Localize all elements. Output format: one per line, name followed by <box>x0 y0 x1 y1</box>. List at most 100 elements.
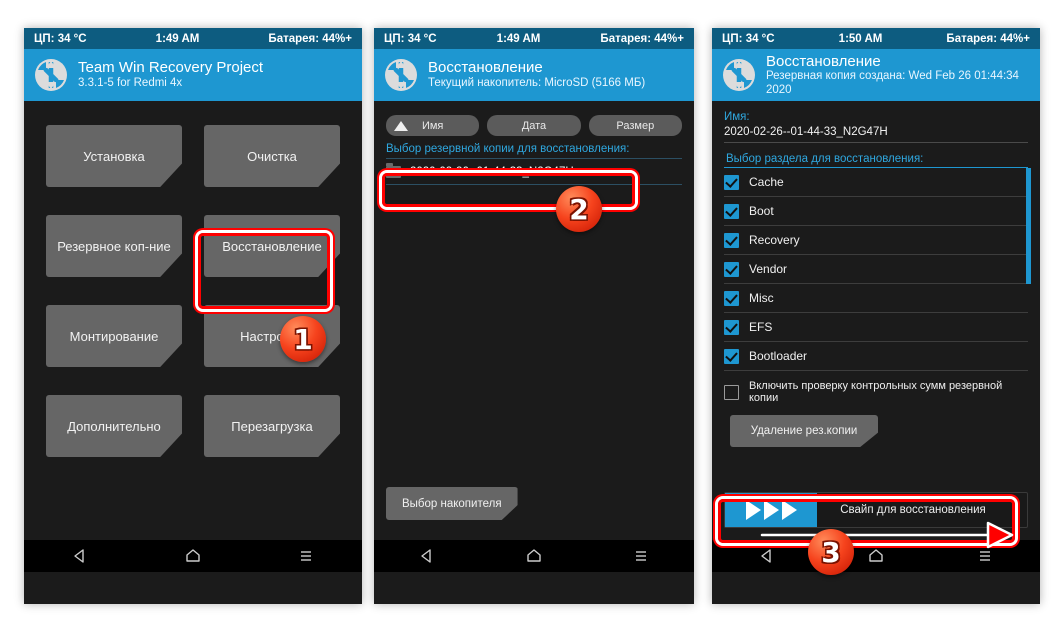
partition-row-efs[interactable]: EFS <box>724 313 1028 342</box>
sort-by-date-button[interactable]: Дата <box>487 115 581 136</box>
clock-3: 1:50 AM <box>838 32 883 45</box>
header-text-1: Team Win Recovery Project 3.3.1-5 for Re… <box>78 59 263 90</box>
menu-button-wipe[interactable]: Очистка <box>204 125 340 187</box>
clock-2: 1:49 AM <box>496 32 541 45</box>
partition-label-recovery: Recovery <box>749 233 800 247</box>
sort-date-label: Дата <box>521 119 547 132</box>
home-icon[interactable] <box>525 547 543 565</box>
panel-body-3: Имя: 2020-02-26--01-44-33_N2G47H Выбор р… <box>712 101 1040 572</box>
sort-button-row: Имя Дата Размер <box>374 101 694 136</box>
partition-label-vendor: Vendor <box>749 262 788 276</box>
app-header-2: Восстановление Текущий накопитель: Micro… <box>374 49 694 101</box>
partition-label-boot: Boot <box>749 204 774 218</box>
partition-row-misc[interactable]: Misc <box>724 284 1028 313</box>
app-title-1: Team Win Recovery Project <box>78 59 264 77</box>
swipe-to-restore-slider[interactable]: Свайп для восстановления <box>724 492 1028 528</box>
app-header-1: Team Win Recovery Project 3.3.1-5 for Re… <box>24 49 362 101</box>
sort-size-label: Размер <box>616 119 655 132</box>
header-text-3: Восстановление Резервная копия создана: … <box>766 53 1030 98</box>
cpu-temp-3: ЦП: 34 °C <box>722 32 775 45</box>
menu-button-advanced[interactable]: Дополнительно <box>46 395 182 457</box>
app-header-3: Восстановление Резервная копия создана: … <box>712 49 1040 101</box>
partition-label-bootloader: Bootloader <box>749 349 808 363</box>
android-navbar-2 <box>374 540 694 572</box>
clock-1: 1:49 AM <box>155 32 200 45</box>
backup-file-list: 2020-02-26--01-44-33_N2G47H <box>374 158 694 185</box>
delete-backup-button[interactable]: Удаление рез.копии <box>730 415 878 447</box>
menu-lines-icon[interactable] <box>297 547 315 565</box>
status-bar-2: ЦП: 34 °C 1:49 AM Батарея: 44%+ <box>374 28 694 49</box>
checksum-option-row[interactable]: Включить проверку контрольных сумм резер… <box>724 380 1028 404</box>
checkbox-efs[interactable] <box>724 319 739 335</box>
scrollbar-thumb[interactable] <box>1026 168 1031 284</box>
partition-row-bootloader[interactable]: Bootloader <box>724 342 1028 371</box>
backup-name-label: 2020-02-26--01-44-33_N2G47H <box>410 165 574 178</box>
backup-select-label: Выбор резервной копии для восстановления… <box>386 143 630 155</box>
home-icon[interactable] <box>184 547 202 565</box>
status-bar-3: ЦП: 34 °C 1:50 AM Батарея: 44%+ <box>712 28 1040 49</box>
menu-button-restore[interactable]: Восстановление <box>204 215 340 277</box>
menu-lines-icon[interactable] <box>976 547 994 565</box>
back-triangle-icon[interactable] <box>71 547 89 565</box>
checkbox-misc[interactable] <box>724 290 739 306</box>
swipe-area: Свайп для восстановления <box>724 492 1028 528</box>
home-icon[interactable] <box>867 547 885 565</box>
header-text-2: Восстановление Текущий накопитель: Micro… <box>428 59 645 90</box>
partition-label-cache: Cache <box>749 175 784 189</box>
restore-form: Имя: 2020-02-26--01-44-33_N2G47H Выбор р… <box>712 101 1040 447</box>
sort-ascending-triangle-icon <box>394 120 408 131</box>
checkbox-vendor[interactable] <box>724 261 739 277</box>
menu-button-mount[interactable]: Монтирование <box>46 305 182 367</box>
swipe-arrows-icon[interactable] <box>725 493 817 527</box>
partition-row-cache[interactable]: Cache <box>724 168 1028 197</box>
battery-2: Батарея: 44%+ <box>600 32 684 45</box>
step-badge-1: 1 <box>280 316 326 362</box>
screenshot-stage: ЦП: 34 °C 1:49 AM Батарея: 44%+ Team Win… <box>0 0 1064 633</box>
twrp-logo-icon <box>384 58 418 92</box>
sort-name-label: Имя <box>421 119 444 132</box>
current-storage-label: Текущий накопитель: MicroSD (5166 МБ) <box>428 77 646 90</box>
folder-icon <box>386 162 401 178</box>
cpu-temp-2: ЦП: 34 °C <box>384 32 437 45</box>
twrp-logo-icon <box>722 58 756 92</box>
back-triangle-icon[interactable] <box>418 547 436 565</box>
backup-created-label: Резервная копия создана: Wed Feb 26 01:4… <box>766 70 1019 96</box>
main-menu-grid: Установка Очистка Резервное коп-ние Восс… <box>24 101 362 457</box>
checkbox-cache[interactable] <box>724 174 739 190</box>
menu-lines-icon[interactable] <box>632 547 650 565</box>
partition-row-recovery[interactable]: Recovery <box>724 226 1028 255</box>
step-badge-3: 3 <box>808 529 854 575</box>
select-storage-button[interactable]: Выбор накопителя <box>386 487 518 520</box>
menu-button-install[interactable]: Установка <box>46 125 182 187</box>
phone-panel-2: ЦП: 34 °C 1:49 AM Батарея: 44%+ Восстано… <box>374 28 694 604</box>
checkbox-bootloader[interactable] <box>724 348 739 364</box>
back-triangle-icon[interactable] <box>758 547 776 565</box>
partition-row-boot[interactable]: Boot <box>724 197 1028 226</box>
menu-button-backup[interactable]: Резервное коп-ние <box>46 215 182 277</box>
android-navbar-3 <box>712 540 1040 572</box>
panel-body-2: Имя Дата Размер Выбор резервной копии дл… <box>374 101 694 572</box>
menu-button-reboot[interactable]: Перезагрузка <box>204 395 340 457</box>
partitions-section-label: Выбор раздела для восстановления: <box>726 153 924 165</box>
storage-button-wrap: Выбор накопителя <box>386 487 518 520</box>
swipe-label: Свайп для восстановления <box>840 504 986 516</box>
checksum-option-label: Включить проверку контрольных сумм резер… <box>749 380 1003 404</box>
status-bar-1: ЦП: 34 °C 1:49 AM Батарея: 44%+ <box>24 28 362 49</box>
list-item[interactable]: 2020-02-26--01-44-33_N2G47H <box>386 158 682 185</box>
twrp-logo-icon <box>34 58 68 92</box>
partition-label-misc: Misc <box>749 291 774 305</box>
phone-panel-3: ЦП: 34 °C 1:50 AM Батарея: 44%+ Восстано… <box>712 28 1040 604</box>
sort-by-size-button[interactable]: Размер <box>588 115 682 136</box>
sort-by-name-button[interactable]: Имя <box>386 115 480 136</box>
step-badge-2: 2 <box>556 186 602 232</box>
checkbox-boot[interactable] <box>724 203 739 219</box>
android-navbar-1 <box>24 540 362 572</box>
cpu-temp-1: ЦП: 34 °C <box>34 32 87 45</box>
page-title-3: Восстановление <box>766 52 881 70</box>
partition-row-vendor[interactable]: Vendor <box>724 255 1028 284</box>
partition-label-efs: EFS <box>749 320 773 334</box>
battery-3: Батарея: 44%+ <box>946 32 1030 45</box>
checkbox-recovery[interactable] <box>724 232 739 248</box>
checkbox-checksum[interactable] <box>724 384 739 400</box>
partition-list: Cache Boot Recovery Vendor Misc EFS Boot… <box>724 167 1031 371</box>
